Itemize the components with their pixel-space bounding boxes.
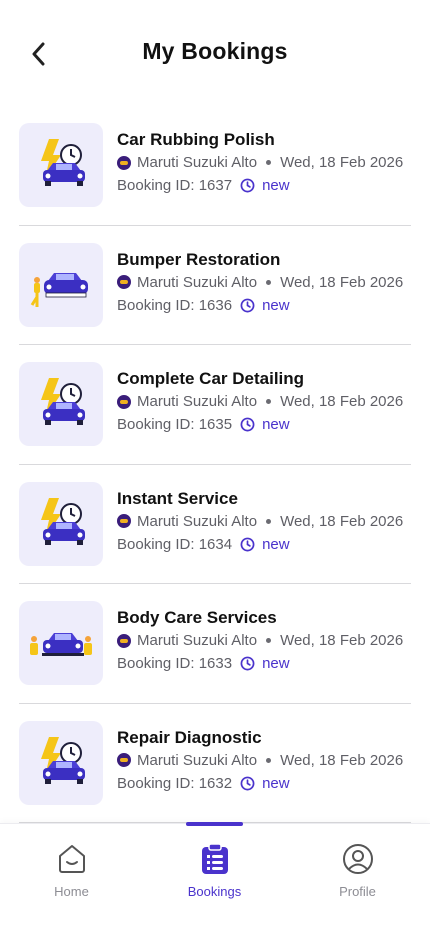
nav-home-label: Home (54, 884, 89, 899)
separator-dot (266, 757, 272, 763)
service-name: Complete Car Detailing (117, 369, 305, 388)
clipboard-list-icon (201, 843, 228, 874)
booking-id: Booking ID: 1632 (117, 774, 233, 792)
nav-profile[interactable]: Profile (286, 824, 429, 932)
service-thumbnail (19, 720, 103, 805)
booking-date: Wed, 18 Feb 2026 (280, 154, 404, 171)
car-date-line: Maruti Suzuki Alto Wed, 18 Feb 2026 (117, 632, 403, 649)
car-date-line: Maruti Suzuki Alto Wed, 18 Feb 2026 (117, 154, 403, 171)
id-status-line: Booking ID: 1636 new (117, 297, 290, 314)
car-brand-icon (117, 753, 131, 767)
clock-icon (240, 776, 255, 790)
service-name: Car Rubbing Polish (117, 130, 275, 149)
booking-date: Wed, 18 Feb 2026 (280, 393, 404, 410)
page-title: My Bookings (142, 38, 288, 64)
car-brand-icon (117, 275, 131, 289)
car-painter-icon (30, 272, 88, 307)
status-badge: new (240, 655, 290, 672)
booking-card[interactable]: Bumper Restoration Maruti Suzuki Alto We… (19, 226, 411, 345)
status-text: new (262, 177, 290, 194)
nav-bookings[interactable]: Bookings (143, 824, 286, 932)
service-name: Instant Service (117, 488, 238, 508)
nav-profile-label: Profile (339, 884, 376, 899)
car-model: Maruti Suzuki Alto (137, 393, 258, 410)
status-badge: new (240, 177, 290, 194)
status-badge: new (240, 775, 290, 792)
service-name: Bumper Restoration (117, 249, 281, 269)
id-status-line: Booking ID: 1634 new (117, 536, 290, 553)
booking-card[interactable]: Complete Car Detailing Maruti Suzuki Alt… (19, 345, 411, 465)
id-status-line: Booking ID: 1637 new (117, 177, 290, 194)
booking-card[interactable]: Repair Diagnostic Maruti Suzuki Alto Wed… (19, 704, 411, 823)
id-status-line: Booking ID: 1633 new (117, 655, 290, 672)
status-badge: new (240, 416, 290, 433)
service-thumbnail (19, 362, 103, 446)
separator-dot (266, 518, 272, 524)
separator-dot (266, 399, 272, 404)
car-model: Maruti Suzuki Alto (137, 273, 258, 291)
car-brand-icon (117, 633, 131, 648)
status-badge: new (240, 297, 290, 314)
booking-id: Booking ID: 1633 (117, 655, 233, 672)
separator-dot (266, 160, 272, 165)
service-name: Body Care Services (117, 608, 277, 627)
car-date-line: Maruti Suzuki Alto Wed, 18 Feb 2026 (117, 274, 403, 291)
bottom-nav: Home Bookings Profile (0, 822, 430, 932)
booking-id: Booking ID: 1635 (117, 416, 233, 433)
booking-date: Wed, 18 Feb 2026 (280, 751, 404, 769)
booking-id: Booking ID: 1634 (117, 535, 233, 553)
clock-icon (240, 417, 255, 432)
nav-bookings-label: Bookings (187, 884, 242, 899)
car-brand-icon (117, 155, 131, 170)
service-thumbnail (19, 242, 103, 327)
car-model: Maruti Suzuki Alto (137, 512, 258, 530)
booking-list: Car Rubbing Polish Maruti Suzuki Alto We… (0, 106, 430, 823)
service-thumbnail (19, 601, 103, 685)
clock-icon (240, 178, 255, 193)
status-text: new (262, 655, 290, 672)
booking-card[interactable]: Instant Service Maruti Suzuki Alto Wed, … (19, 465, 411, 584)
booking-date: Wed, 18 Feb 2026 (280, 273, 404, 291)
car-date-line: Maruti Suzuki Alto Wed, 18 Feb 2026 (117, 752, 403, 769)
car-brand-icon (117, 514, 131, 528)
clock-icon (240, 656, 255, 671)
car-bolt-clock-icon (41, 139, 85, 186)
service-thumbnail (19, 481, 103, 566)
service-name: Repair Diagnostic (117, 727, 262, 747)
user-circle-icon (342, 844, 373, 874)
car-mechanics-icon (30, 633, 92, 656)
id-status-line: Booking ID: 1632 new (117, 775, 290, 792)
service-thumbnail (19, 123, 103, 207)
status-text: new (262, 535, 290, 553)
nav-home[interactable]: Home (0, 824, 143, 932)
booking-card[interactable]: Body Care Services Maruti Suzuki Alto We… (19, 584, 411, 704)
id-status-line: Booking ID: 1635 new (117, 416, 290, 433)
status-text: new (262, 296, 290, 314)
booking-id: Booking ID: 1636 (117, 296, 233, 314)
status-text: new (262, 774, 290, 792)
home-icon (58, 845, 85, 873)
status-badge: new (240, 536, 290, 553)
booking-id: Booking ID: 1637 (117, 177, 233, 194)
car-bolt-clock-icon (41, 736, 85, 784)
separator-dot (266, 279, 272, 285)
car-brand-icon (117, 394, 131, 409)
booking-date: Wed, 18 Feb 2026 (280, 632, 404, 649)
clock-icon (240, 298, 255, 312)
booking-card[interactable]: Car Rubbing Polish Maruti Suzuki Alto We… (19, 106, 411, 226)
booking-date: Wed, 18 Feb 2026 (280, 512, 404, 530)
car-model: Maruti Suzuki Alto (137, 154, 258, 171)
separator-dot (266, 638, 272, 643)
car-bolt-clock-icon (41, 497, 85, 545)
car-model: Maruti Suzuki Alto (137, 632, 258, 649)
header: My Bookings (0, 0, 430, 106)
clock-icon (240, 537, 255, 551)
car-model: Maruti Suzuki Alto (137, 751, 258, 769)
status-text: new (262, 416, 290, 433)
car-date-line: Maruti Suzuki Alto Wed, 18 Feb 2026 (117, 393, 403, 410)
car-bolt-clock-icon (41, 378, 85, 425)
car-date-line: Maruti Suzuki Alto Wed, 18 Feb 2026 (117, 513, 403, 530)
